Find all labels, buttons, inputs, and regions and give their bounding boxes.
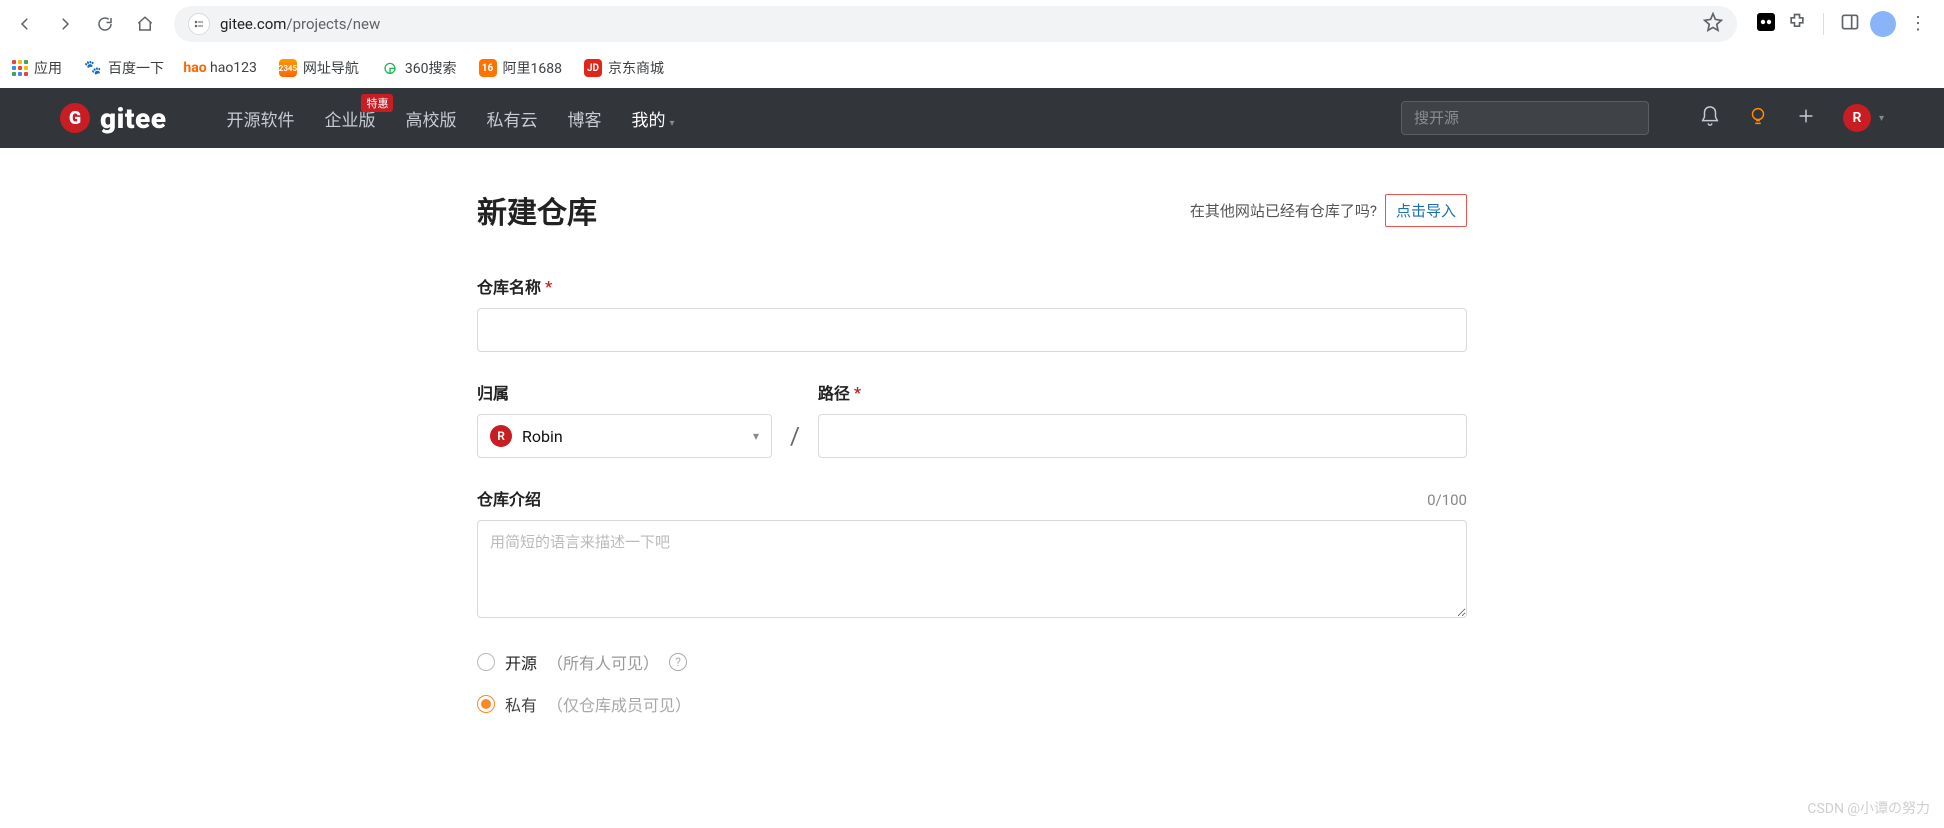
field-repo-name: 仓库名称*	[477, 274, 1467, 352]
nav-private-cloud[interactable]: 私有云	[486, 106, 537, 131]
forward-button[interactable]	[48, 7, 82, 41]
address-bar[interactable]: gitee.com/projects/new	[174, 6, 1737, 42]
required-marker: *	[545, 277, 552, 296]
nav2345-icon: 2345	[279, 59, 297, 77]
extension-icon-1[interactable]	[1755, 11, 1777, 37]
separator	[1823, 13, 1824, 35]
browser-action-icons: ⋮	[1749, 11, 1936, 37]
baidu-icon: 🐾	[84, 59, 102, 77]
notifications-icon[interactable]	[1699, 105, 1721, 131]
owner-label: 归属	[477, 380, 509, 404]
chevron-down-icon: ▾	[753, 429, 759, 443]
apps-icon	[12, 60, 28, 76]
url-text: gitee.com/projects/new	[220, 15, 380, 33]
gitee-logo[interactable]: G gitee	[60, 102, 166, 135]
owner-avatar-icon: R	[490, 425, 512, 447]
path-input[interactable]	[818, 414, 1467, 458]
jd-icon: JD	[584, 59, 602, 77]
bookmark-label: 360搜索	[405, 58, 457, 78]
vis-private-label: 私有	[505, 692, 537, 716]
url-path: /projects/new	[286, 15, 380, 33]
bookmark-label: 百度一下	[108, 58, 164, 78]
side-panel-icon[interactable]	[1840, 12, 1860, 36]
nav-mine-label: 我的	[631, 111, 665, 131]
site-info-icon[interactable]	[188, 13, 210, 35]
bookmark-label: 网址导航	[303, 58, 359, 78]
back-button[interactable]	[8, 7, 42, 41]
caret-down-icon: ▾	[1879, 113, 1884, 124]
field-owner-path: 归属 R Robin ▾ / 路径*	[477, 380, 1467, 458]
bookmark-label: 阿里1688	[503, 58, 562, 78]
nav-enterprise-badge: 特惠	[361, 94, 393, 112]
nav-enterprise-label: 企业版	[324, 111, 375, 131]
nav-mine[interactable]: 我的 ▾	[631, 106, 674, 131]
home-button[interactable]	[128, 7, 162, 41]
ali1688-icon: 16	[479, 59, 497, 77]
owner-select[interactable]: R Robin ▾	[477, 414, 772, 458]
profile-avatar-icon[interactable]	[1870, 11, 1896, 37]
repo-name-label: 仓库名称	[477, 274, 541, 298]
gitee-avatar-icon: R	[1843, 104, 1871, 132]
bookmarks-bar: 应用 🐾 百度一下 hao hao123 2345 网址导航 ◶ 360搜索 16 阿里1…	[0, 48, 1944, 88]
nav-opensource[interactable]: 开源软件	[226, 106, 294, 131]
gitee-search-input[interactable]	[1414, 110, 1636, 127]
bookmark-jd[interactable]: JD 京东商城	[584, 58, 664, 78]
bookmark-apps[interactable]: 应用	[12, 58, 62, 78]
extensions-icon[interactable]	[1787, 12, 1807, 36]
main-content: 新建仓库 在其他网站已经有仓库了吗? 点击导入 仓库名称* 归属 R Robin…	[477, 148, 1467, 736]
gitee-logo-text: gitee	[100, 102, 166, 135]
bookmark-apps-label: 应用	[34, 58, 62, 78]
gitee-search[interactable]	[1401, 101, 1649, 135]
watermark-text: CSDN @小谭の努力	[1807, 798, 1930, 818]
so360-icon: ◶	[381, 59, 399, 77]
required-marker: *	[854, 383, 861, 402]
field-description: 仓库介绍 0/100	[477, 486, 1467, 622]
vis-public-label: 开源	[505, 650, 537, 674]
hao123-icon: hao	[186, 59, 204, 77]
help-icon[interactable]: ?	[669, 653, 687, 671]
browser-menu-icon[interactable]: ⋮	[1906, 15, 1930, 33]
nav-enterprise[interactable]: 企业版 特惠	[324, 106, 375, 131]
owner-value: Robin	[522, 427, 563, 446]
bulb-icon[interactable]	[1747, 105, 1769, 131]
create-new-icon[interactable]	[1795, 105, 1817, 131]
visibility-private[interactable]: 私有 （仅仓库成员可见）	[477, 692, 1467, 716]
nav-blog[interactable]: 博客	[567, 106, 601, 131]
visibility-public[interactable]: 开源 （所有人可见） ?	[477, 650, 1467, 674]
desc-textarea[interactable]	[477, 520, 1467, 618]
path-separator: /	[790, 422, 800, 458]
caret-down-icon: ▾	[669, 118, 674, 129]
bookmark-360[interactable]: ◶ 360搜索	[381, 58, 457, 78]
import-question: 在其他网站已经有仓库了吗?	[1190, 200, 1377, 221]
bookmark-label: hao123	[210, 60, 257, 76]
radio-unchecked-icon	[477, 653, 495, 671]
bookmark-star-icon[interactable]	[1703, 12, 1723, 36]
radio-checked-icon	[477, 695, 495, 713]
nav-university[interactable]: 高校版	[405, 106, 456, 131]
gitee-nav: 开源软件 企业版 特惠 高校版 私有云 博客 我的 ▾	[226, 106, 674, 131]
vis-private-hint: （仅仓库成员可见）	[547, 692, 691, 716]
vis-public-hint: （所有人可见）	[547, 650, 659, 674]
bookmark-baidu[interactable]: 🐾 百度一下	[84, 58, 164, 78]
import-prompt: 在其他网站已经有仓库了吗? 点击导入	[1190, 194, 1467, 227]
repo-name-input[interactable]	[477, 308, 1467, 352]
page-title: 新建仓库	[477, 188, 597, 232]
bookmark-1688[interactable]: 16 阿里1688	[479, 58, 562, 78]
url-host: gitee.com	[220, 15, 286, 33]
reload-button[interactable]	[88, 7, 122, 41]
gitee-logo-icon: G	[60, 103, 90, 133]
gitee-user-menu[interactable]: R ▾	[1843, 104, 1884, 132]
gitee-header-icons: R ▾	[1699, 104, 1884, 132]
desc-counter: 0/100	[1427, 491, 1467, 509]
gitee-header: G gitee 开源软件 企业版 特惠 高校版 私有云 博客 我的 ▾ R ▾	[0, 88, 1944, 148]
bookmark-2345[interactable]: 2345 网址导航	[279, 58, 359, 78]
path-label: 路径	[818, 380, 850, 404]
bookmark-label: 京东商城	[608, 58, 664, 78]
desc-label: 仓库介绍	[477, 486, 541, 510]
import-link[interactable]: 点击导入	[1385, 194, 1467, 227]
browser-toolbar: gitee.com/projects/new ⋮	[0, 0, 1944, 48]
bookmark-hao123[interactable]: hao hao123	[186, 59, 257, 77]
